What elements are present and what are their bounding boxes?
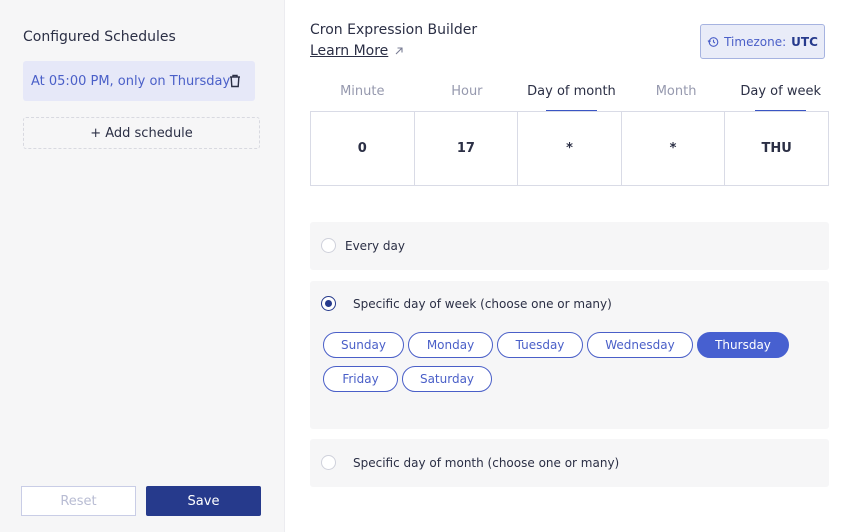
specific-week-label: Specific day of week (choose one or many… — [353, 297, 612, 311]
learn-more-label: Learn More — [310, 43, 389, 59]
day-of-month-value[interactable]: * — [517, 111, 622, 186]
timezone-label: Timezone: — [724, 34, 787, 49]
every-day-radio[interactable] — [321, 238, 336, 253]
sidebar-title: Configured Schedules — [23, 29, 176, 45]
tab-hour[interactable]: Hour — [415, 82, 520, 112]
trash-icon[interactable] — [227, 73, 243, 89]
option-specific-week[interactable]: Specific day of week (choose one or many… — [310, 281, 829, 429]
specific-month-label: Specific day of month (choose one or man… — [353, 456, 620, 470]
external-link-icon — [395, 47, 403, 55]
option-specific-month[interactable]: Specific day of month (choose one or man… — [310, 439, 829, 487]
day-chip-saturday[interactable]: Saturday — [402, 366, 492, 392]
learn-more-link[interactable]: Learn More — [310, 43, 404, 59]
hour-value[interactable]: 17 — [413, 111, 519, 186]
cron-field-tabs: Minute Hour Day of month Month Day of we… — [310, 82, 833, 112]
page-title: Cron Expression Builder — [310, 22, 478, 38]
day-chip-thursday[interactable]: Thursday — [697, 332, 789, 358]
sidebar: Configured Schedules At 05:00 PM, only o… — [0, 0, 285, 532]
month-value[interactable]: * — [620, 111, 726, 186]
timezone-button[interactable]: Timezone: UTC — [700, 24, 825, 59]
tab-day-of-month[interactable]: Day of month — [519, 82, 624, 112]
tab-day-of-week[interactable]: Day of week — [728, 82, 833, 112]
specific-week-radio[interactable] — [321, 296, 336, 311]
schedule-item[interactable]: At 05:00 PM, only on Thursday — [23, 61, 255, 101]
day-chip-tuesday[interactable]: Tuesday — [497, 332, 583, 358]
add-schedule-button[interactable]: + Add schedule — [23, 117, 260, 149]
day-chip-sunday[interactable]: Sunday — [323, 332, 404, 358]
history-icon — [707, 36, 719, 47]
save-button[interactable]: Save — [146, 486, 261, 516]
minute-value[interactable]: 0 — [310, 111, 415, 186]
reset-button[interactable]: Reset — [21, 486, 136, 516]
tab-minute[interactable]: Minute — [310, 82, 415, 112]
day-chip-monday[interactable]: Monday — [408, 332, 493, 358]
specific-month-radio[interactable] — [321, 455, 336, 470]
timezone-value: UTC — [791, 34, 818, 49]
day-chip-friday[interactable]: Friday — [323, 366, 398, 392]
cron-field-values: 0 17 * * THU — [310, 111, 833, 186]
day-chip-wednesday[interactable]: Wednesday — [587, 332, 693, 358]
schedule-label: At 05:00 PM, only on Thursday — [31, 73, 231, 89]
tab-month[interactable]: Month — [624, 82, 729, 112]
day-of-week-value[interactable]: THU — [724, 111, 829, 186]
every-day-label: Every day — [345, 239, 405, 253]
option-every-day[interactable]: Every day — [310, 222, 829, 270]
